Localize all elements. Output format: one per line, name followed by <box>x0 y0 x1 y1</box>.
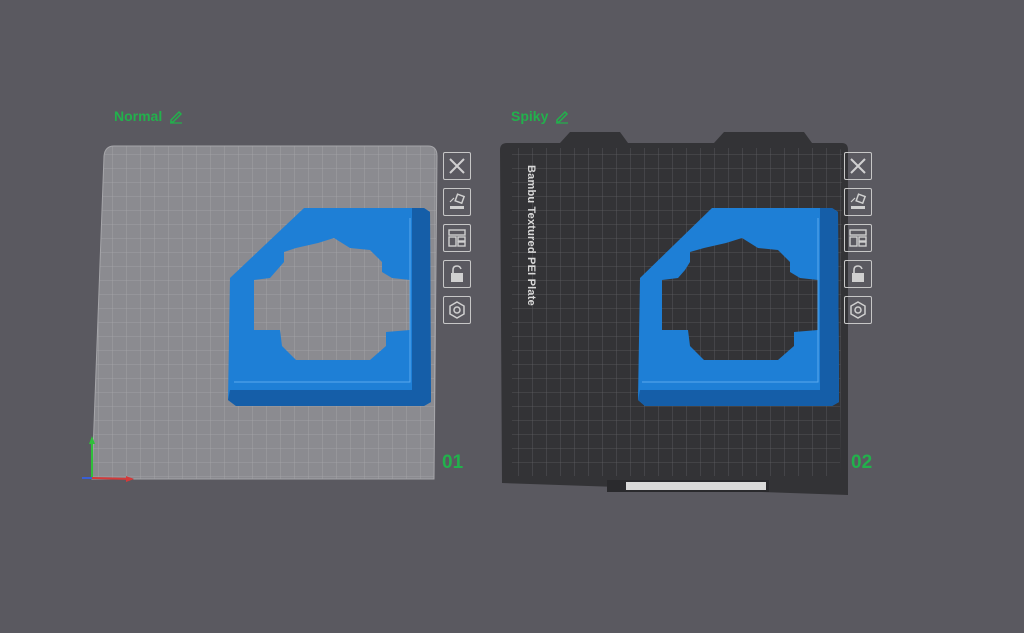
plate-2-number: 02 <box>851 452 873 473</box>
lock-plate-button[interactable] <box>443 260 471 288</box>
close-plate-button[interactable] <box>443 152 471 180</box>
plate-1-name[interactable]: Normal <box>114 108 184 124</box>
plate-settings-button[interactable] <box>844 296 872 324</box>
arrange-button[interactable] <box>443 224 471 252</box>
plate-1-bed[interactable] <box>91 145 438 480</box>
arrange-icon <box>849 229 867 247</box>
arrange-icon <box>448 229 466 247</box>
plate-1-toolbar <box>443 152 473 324</box>
close-icon <box>449 158 465 174</box>
plate-settings-button[interactable] <box>443 296 471 324</box>
plate-2-name-label: Spiky <box>511 108 549 124</box>
settings-icon <box>449 301 465 319</box>
arrange-button[interactable] <box>844 224 872 252</box>
close-icon <box>850 158 866 174</box>
settings-icon <box>850 301 866 319</box>
plate-2-name[interactable]: Spiky <box>511 108 570 124</box>
auto-orient-button[interactable] <box>443 188 471 216</box>
lock-plate-button[interactable] <box>844 260 872 288</box>
edit-icon[interactable] <box>554 108 570 124</box>
auto-orient-icon <box>449 193 466 209</box>
auto-orient-icon <box>850 193 867 209</box>
lock-icon <box>451 265 463 282</box>
edit-icon[interactable] <box>168 108 184 124</box>
lock-icon <box>852 265 864 282</box>
plate-type-label: Bambu Textured PEI Plate <box>525 165 537 306</box>
plate-2-bed[interactable] <box>500 132 848 495</box>
plate-2-toolbar <box>844 152 874 324</box>
close-plate-button[interactable] <box>844 152 872 180</box>
plate-1-name-label: Normal <box>114 108 163 124</box>
plate-1-number: 01 <box>442 452 464 473</box>
auto-orient-button[interactable] <box>844 188 872 216</box>
